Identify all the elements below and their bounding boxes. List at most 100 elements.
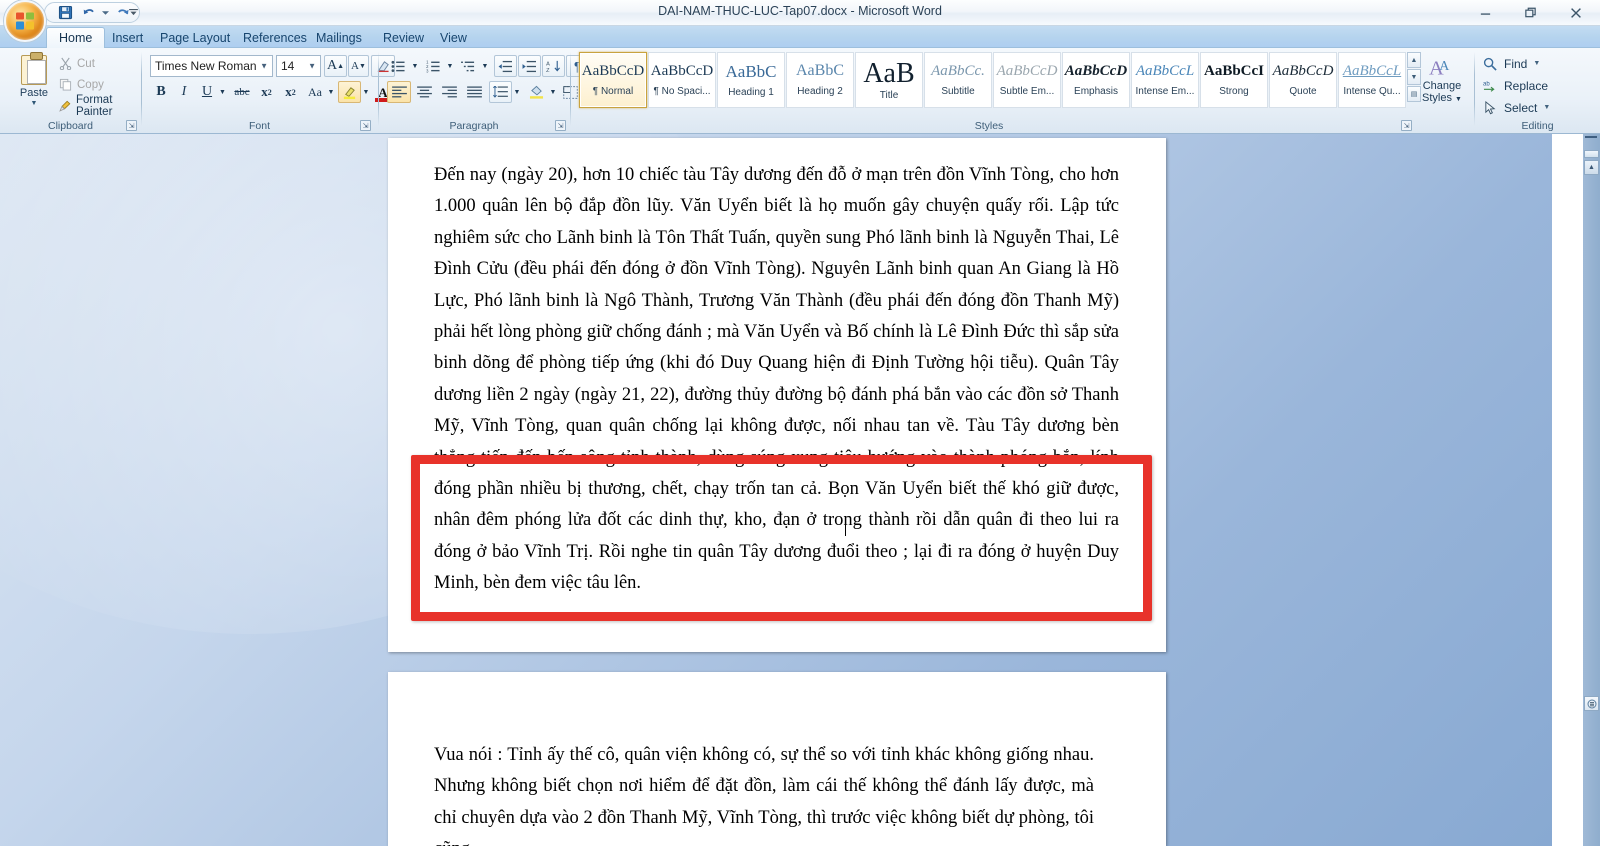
change-styles-button[interactable]: A A Change Styles ▼ [1414, 52, 1470, 118]
chevron-down-icon[interactable]: ▼ [308, 62, 316, 71]
multilevel-dropdown-icon[interactable]: ▼ [480, 55, 490, 77]
paste-button[interactable]: Paste ▼ [10, 52, 58, 118]
justify-button[interactable] [462, 81, 486, 103]
vertical-scrollbar[interactable]: ▲ [1583, 134, 1600, 846]
align-center-icon [416, 86, 432, 98]
paint-bucket-icon [529, 85, 544, 99]
close-button[interactable] [1553, 2, 1598, 23]
scissors-icon [59, 57, 72, 70]
tab-review[interactable]: Review [371, 27, 436, 48]
tab-insert[interactable]: Insert [100, 27, 155, 48]
italic-label: I [181, 84, 187, 99]
chevron-down-icon[interactable]: ▼ [260, 62, 268, 71]
shading-button[interactable] [525, 81, 548, 103]
chevron-down-icon[interactable]: ▼ [1533, 60, 1540, 67]
style-item-heading-1[interactable]: AaBbC Heading 1 [717, 52, 785, 108]
shading-dropdown-icon[interactable]: ▼ [548, 81, 558, 103]
style-preview: AaBbCcD [1272, 62, 1334, 79]
bullets-button[interactable] [387, 55, 410, 77]
superscript-button[interactable]: x2 [279, 81, 302, 103]
tab-mailings[interactable]: Mailings [304, 27, 374, 48]
multilevel-list-button[interactable] [457, 55, 480, 77]
align-right-icon [441, 86, 457, 98]
tab-home[interactable]: Home [46, 27, 106, 48]
font-size-value: 14 [281, 59, 295, 73]
chevron-down-icon[interactable]: ▼ [31, 100, 38, 107]
decrease-indent-button[interactable] [494, 55, 517, 77]
increase-indent-icon [522, 60, 536, 72]
style-item-intense-emphasis[interactable]: AaBbCcL Intense Em... [1131, 52, 1199, 108]
shrink-font-button[interactable]: A ▼ [348, 55, 369, 77]
style-item-title[interactable]: AaB Title [855, 52, 923, 108]
minimize-button[interactable] [1463, 2, 1508, 23]
highlight-dropdown-icon[interactable]: ▼ [361, 81, 371, 103]
sort-button[interactable]: A Z [542, 55, 565, 77]
style-item-intense-quote[interactable]: AaBbCcL Intense Qu... [1338, 52, 1406, 108]
style-preview: AaBbCcD [581, 62, 645, 79]
chevron-down-icon[interactable]: ▼ [1455, 96, 1462, 103]
style-item-subtitle[interactable]: AaBbCc. Subtitle [924, 52, 992, 108]
paragraph-dialog-launcher[interactable]: ⇲ [555, 120, 566, 131]
paragraph-text: Vua nói : Tỉnh ấy thế cô, quân viện khôn… [434, 745, 1094, 846]
style-name: ¶ No Spaci... [653, 85, 711, 97]
italic-button[interactable]: I [173, 81, 195, 103]
style-preview: AaBbC [725, 61, 777, 81]
find-button[interactable]: Find ▼ [1483, 53, 1540, 74]
ribbon-tab-strip: Home Insert Page Layout References Maili… [0, 26, 1600, 48]
strikethrough-button[interactable]: abc [230, 81, 254, 103]
office-button[interactable] [4, 0, 46, 42]
style-item-normal[interactable]: AaBbCcD ¶ Normal [579, 52, 647, 108]
change-case-dropdown-icon[interactable]: ▼ [326, 81, 336, 103]
grow-font-label: A [326, 58, 338, 73]
document-canvas[interactable]: Đến nay (ngày 20), hơn 10 chiếc tàu Tây … [0, 134, 1552, 846]
scrollbar-thumb[interactable] [1584, 150, 1599, 158]
style-name: Emphasis [1074, 85, 1118, 97]
page-2-body-text[interactable]: Vua nói : Tỉnh ấy thế cô, quân viện khôn… [434, 740, 1094, 846]
bullets-dropdown-icon[interactable]: ▼ [410, 55, 420, 77]
restore-button[interactable] [1508, 2, 1553, 23]
clipboard-dialog-launcher[interactable]: ⇲ [126, 120, 137, 131]
style-preview: AaBbCcD [650, 62, 714, 79]
style-item-strong[interactable]: AaBbCcI Strong [1200, 52, 1268, 108]
line-spacing-button[interactable] [489, 81, 512, 103]
scroll-up-button[interactable]: ▲ [1584, 160, 1599, 175]
style-item-heading-2[interactable]: AaBbC Heading 2 [786, 52, 854, 108]
subscript-button[interactable]: x2 [255, 81, 278, 103]
group-label-clipboard: Clipboard [48, 120, 93, 132]
select-browse-object-button[interactable] [1584, 696, 1599, 711]
underline-dropdown-icon[interactable]: ▼ [217, 81, 228, 103]
underline-button[interactable]: U [196, 81, 218, 103]
style-item-subtle-emphasis[interactable]: AaBbCcD Subtle Em... [993, 52, 1061, 108]
font-dialog-launcher[interactable]: ⇲ [360, 120, 371, 131]
numbering-button[interactable]: 1 2 3 [422, 55, 445, 77]
styles-dialog-launcher[interactable]: ⇲ [1401, 120, 1412, 131]
tab-view[interactable]: View [428, 27, 479, 48]
split-window-handle[interactable] [1583, 134, 1598, 148]
format-painter-button[interactable]: Format Painter [56, 94, 141, 118]
svg-text:ab: ab [1483, 81, 1490, 87]
increase-indent-button[interactable] [518, 55, 541, 77]
grow-font-button[interactable]: A ▲ [324, 55, 347, 77]
tab-label: Page Layout [160, 30, 231, 45]
document-page-2[interactable]: Vua nói : Tỉnh ấy thế cô, quân viện khôn… [388, 672, 1166, 846]
replace-button[interactable]: ab Replace [1483, 75, 1548, 96]
group-label-styles: Styles [974, 120, 1004, 132]
style-name: ¶ Normal [592, 85, 634, 97]
style-item-emphasis[interactable]: AaBbCcD Emphasis [1062, 52, 1130, 108]
line-spacing-dropdown-icon[interactable]: ▼ [512, 81, 522, 103]
numbering-dropdown-icon[interactable]: ▼ [445, 55, 455, 77]
font-size-combo[interactable]: 14 ▼ [276, 55, 321, 77]
chevron-down-icon[interactable]: ▼ [1543, 104, 1550, 111]
align-right-button[interactable] [437, 81, 461, 103]
bold-button[interactable]: B [150, 81, 172, 103]
change-styles-label-1: Change [1422, 80, 1462, 92]
align-center-button[interactable] [412, 81, 436, 103]
tab-page-layout[interactable]: Page Layout [148, 27, 242, 48]
font-name-combo[interactable]: Times New Roman ▼ [150, 55, 273, 77]
align-left-button[interactable] [387, 81, 411, 103]
style-item-no-spacing[interactable]: AaBbCcD ¶ No Spaci... [648, 52, 716, 108]
text-highlight-button[interactable] [338, 81, 361, 103]
select-button[interactable]: Select ▼ [1483, 97, 1550, 118]
style-item-quote[interactable]: AaBbCcD Quote [1269, 52, 1337, 108]
change-case-button[interactable]: Aa [303, 81, 327, 103]
